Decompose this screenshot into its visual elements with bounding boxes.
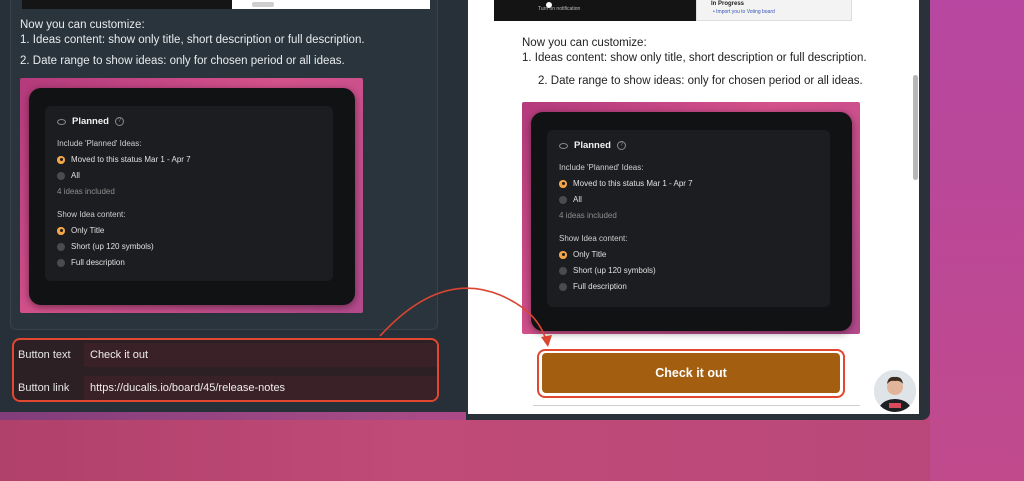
radio-off-icon: [559, 195, 567, 204]
editor-panel: Now you can customize: 1. Ideas content:…: [0, 0, 466, 412]
radio-off-icon: [559, 266, 567, 275]
radio-off-icon: [559, 282, 567, 291]
button-link-row: Button link https://ducalis.io/board/45/…: [14, 376, 437, 400]
preview-text-block: Now you can customize: 1. Ideas content:…: [522, 36, 882, 89]
content-label: Show Idea content:: [559, 234, 628, 243]
help-icon: ?: [616, 141, 626, 150]
editor-top-screenshot-dark: [22, 0, 232, 9]
background-right: [930, 0, 1024, 481]
radio-on-icon: [57, 155, 65, 164]
preview-top-screenshot-dark: Turn on notification: [494, 0, 696, 21]
preview-line-1: 1. Ideas content: show only title, short…: [522, 52, 867, 64]
option-short-label: Short (up 120 symbols): [71, 242, 154, 251]
help-icon: ?: [114, 117, 124, 126]
preview-divider: [533, 405, 860, 406]
option-moved: Moved to this status Mar 1 - Apr 7: [559, 179, 693, 188]
settings-content: Planned ? Include 'Planned' Ideas: Moved…: [559, 140, 693, 298]
preview-scrollbar[interactable]: [913, 75, 918, 180]
option-full-label: Full description: [573, 282, 627, 291]
radio-on-icon: [57, 226, 65, 235]
option-all-label: All: [71, 171, 80, 180]
check-it-out-button[interactable]: Check it out: [542, 353, 840, 393]
editor-line-1: 1. Ideas content: show only title, short…: [20, 34, 365, 46]
editor-top-screenshot-light: [232, 0, 430, 9]
option-short-label: Short (up 120 symbols): [573, 266, 656, 275]
preview-promo-image: Planned ? Include 'Planned' Ideas: Moved…: [522, 102, 860, 334]
button-link-input[interactable]: https://ducalis.io/board/45/release-note…: [84, 376, 437, 400]
eye-icon: [57, 118, 66, 125]
settings-title: Planned: [574, 140, 611, 151]
option-short: Short (up 120 symbols): [559, 266, 693, 275]
radio-off-icon: [57, 242, 65, 251]
option-only-title-label: Only Title: [573, 250, 607, 259]
settings-title: Planned: [72, 116, 109, 127]
device-mockup: Planned ? Include 'Planned' Ideas: Moved…: [29, 88, 355, 305]
background-bottom: [0, 420, 1024, 481]
include-label: Include 'Planned' Ideas:: [57, 139, 142, 148]
option-moved: Moved to this status Mar 1 - Apr 7: [57, 155, 191, 164]
option-all: All: [559, 195, 693, 204]
ideas-count: 4 ideas included: [57, 187, 115, 196]
settings-content: Planned ? Include 'Planned' Ideas: Moved…: [57, 116, 191, 274]
option-full: Full description: [559, 282, 693, 291]
option-full-label: Full description: [71, 258, 125, 267]
ideas-count: 4 ideas included: [559, 211, 617, 220]
option-only-title: Only Title: [57, 226, 191, 235]
button-text-label: Button text: [18, 349, 71, 361]
thumb-left-label: Turn on notification: [538, 6, 581, 12]
option-only-title-label: Only Title: [71, 226, 105, 235]
option-moved-label: Moved to this status Mar 1 - Apr 7: [573, 179, 693, 188]
thumb-right-link: • Import you to Voting board: [713, 9, 775, 15]
button-link-label: Button link: [18, 382, 70, 394]
avatar[interactable]: [872, 368, 918, 414]
option-moved-label: Moved to this status Mar 1 - Apr 7: [71, 155, 191, 164]
option-only-title: Only Title: [559, 250, 693, 259]
radio-on-icon: [559, 179, 567, 188]
button-fields-highlight: Button text Check it out Button link htt…: [12, 338, 439, 402]
button-text-input[interactable]: Check it out: [84, 343, 437, 367]
option-short: Short (up 120 symbols): [57, 242, 191, 251]
settings-panel: Planned ? Include 'Planned' Ideas: Moved…: [547, 130, 830, 307]
thumb-right-title: In Progress: [711, 1, 745, 7]
radio-off-icon: [57, 258, 65, 267]
device-mockup: Planned ? Include 'Planned' Ideas: Moved…: [531, 112, 852, 331]
radio-on-icon: [559, 250, 567, 259]
mini-button: [252, 2, 274, 7]
option-all: All: [57, 171, 191, 180]
settings-panel: Planned ? Include 'Planned' Ideas: Moved…: [45, 106, 333, 281]
preview-intro: Now you can customize:: [522, 37, 647, 49]
option-all-label: All: [573, 195, 582, 204]
editor-text-block[interactable]: Now you can customize: 1. Ideas content:…: [20, 18, 440, 69]
editor-intro: Now you can customize:: [20, 19, 145, 31]
settings-header: Planned ?: [57, 116, 191, 127]
settings-header: Planned ?: [559, 140, 693, 151]
preview-line-2: 2. Date range to show ideas: only for ch…: [538, 75, 863, 87]
radio-off-icon: [57, 171, 65, 180]
editor-line-2: 2. Date range to show ideas: only for ch…: [20, 55, 345, 67]
preview-top-screenshot-light: In Progress • Import you to Voting board: [696, 0, 852, 21]
option-full: Full description: [57, 258, 191, 267]
editor-promo-image: Planned ? Include 'Planned' Ideas: Moved…: [20, 78, 363, 313]
user-avatar-icon: [874, 370, 916, 412]
eye-icon: [559, 142, 568, 149]
button-text-row: Button text Check it out: [14, 343, 437, 367]
content-label: Show Idea content:: [57, 210, 126, 219]
include-label: Include 'Planned' Ideas:: [559, 163, 644, 172]
